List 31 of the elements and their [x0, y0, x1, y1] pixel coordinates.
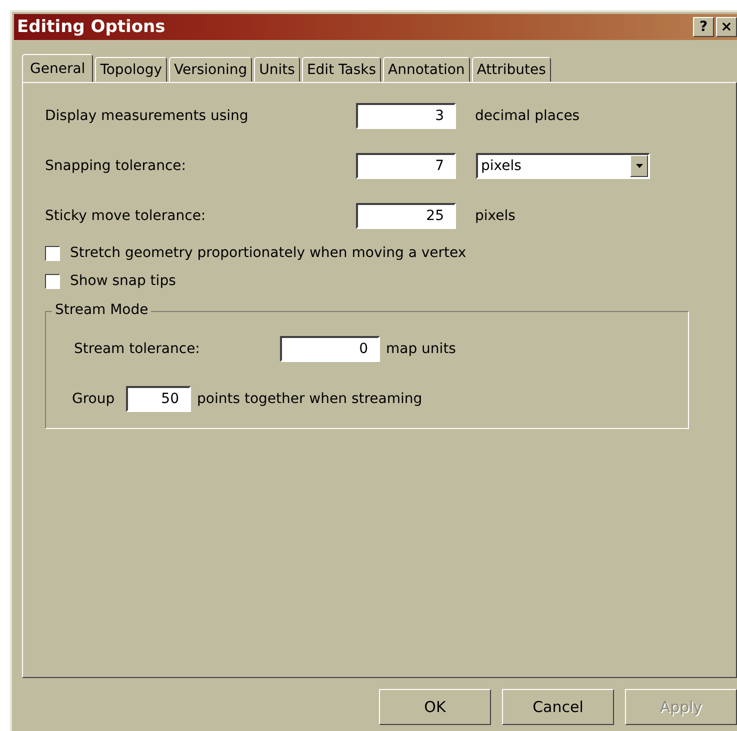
number-field[interactable]: 50	[126, 386, 191, 412]
tab[interactable]: Topology	[95, 57, 168, 82]
checkbox-label: Stretch geometry proportionately when moving a vertex	[70, 245, 466, 261]
unit-label: decimal places	[475, 108, 580, 124]
number-field[interactable]: 25	[356, 203, 456, 229]
checkbox[interactable]	[45, 246, 60, 260]
setting-label: points together when streaming	[197, 391, 422, 407]
setting-label: Group	[72, 391, 116, 407]
help-button[interactable]: ?	[693, 17, 714, 37]
unit-label: pixels	[475, 208, 516, 224]
tab[interactable]: Versioning	[169, 57, 252, 82]
close-button[interactable]: ×	[716, 17, 737, 37]
dialog-button[interactable]: OK	[379, 689, 491, 725]
setting-label: Stream tolerance:	[74, 341, 201, 357]
setting-label: Display measurements using	[45, 108, 250, 124]
setting-label: Sticky move tolerance:	[45, 208, 207, 224]
unit-dropdown[interactable]: pixels	[476, 153, 650, 179]
checkbox[interactable]	[45, 274, 60, 288]
number-field[interactable]: 3	[356, 103, 456, 129]
tab[interactable]: Units	[254, 57, 300, 82]
tab[interactable]: Annotation	[383, 57, 470, 82]
checkbox-label: Show snap tips	[70, 273, 176, 289]
number-field[interactable]: 7	[356, 153, 456, 179]
setting-label: Snapping tolerance:	[45, 158, 188, 174]
tab[interactable]: General	[22, 54, 94, 83]
dialog-button[interactable]: Cancel	[502, 689, 614, 725]
tab[interactable]: Edit Tasks	[302, 57, 382, 82]
number-field[interactable]: 0	[280, 336, 380, 362]
unit-label: map units	[386, 341, 456, 357]
window-title: Editing Options	[16, 17, 166, 37]
tab[interactable]: Attributes	[472, 57, 551, 82]
